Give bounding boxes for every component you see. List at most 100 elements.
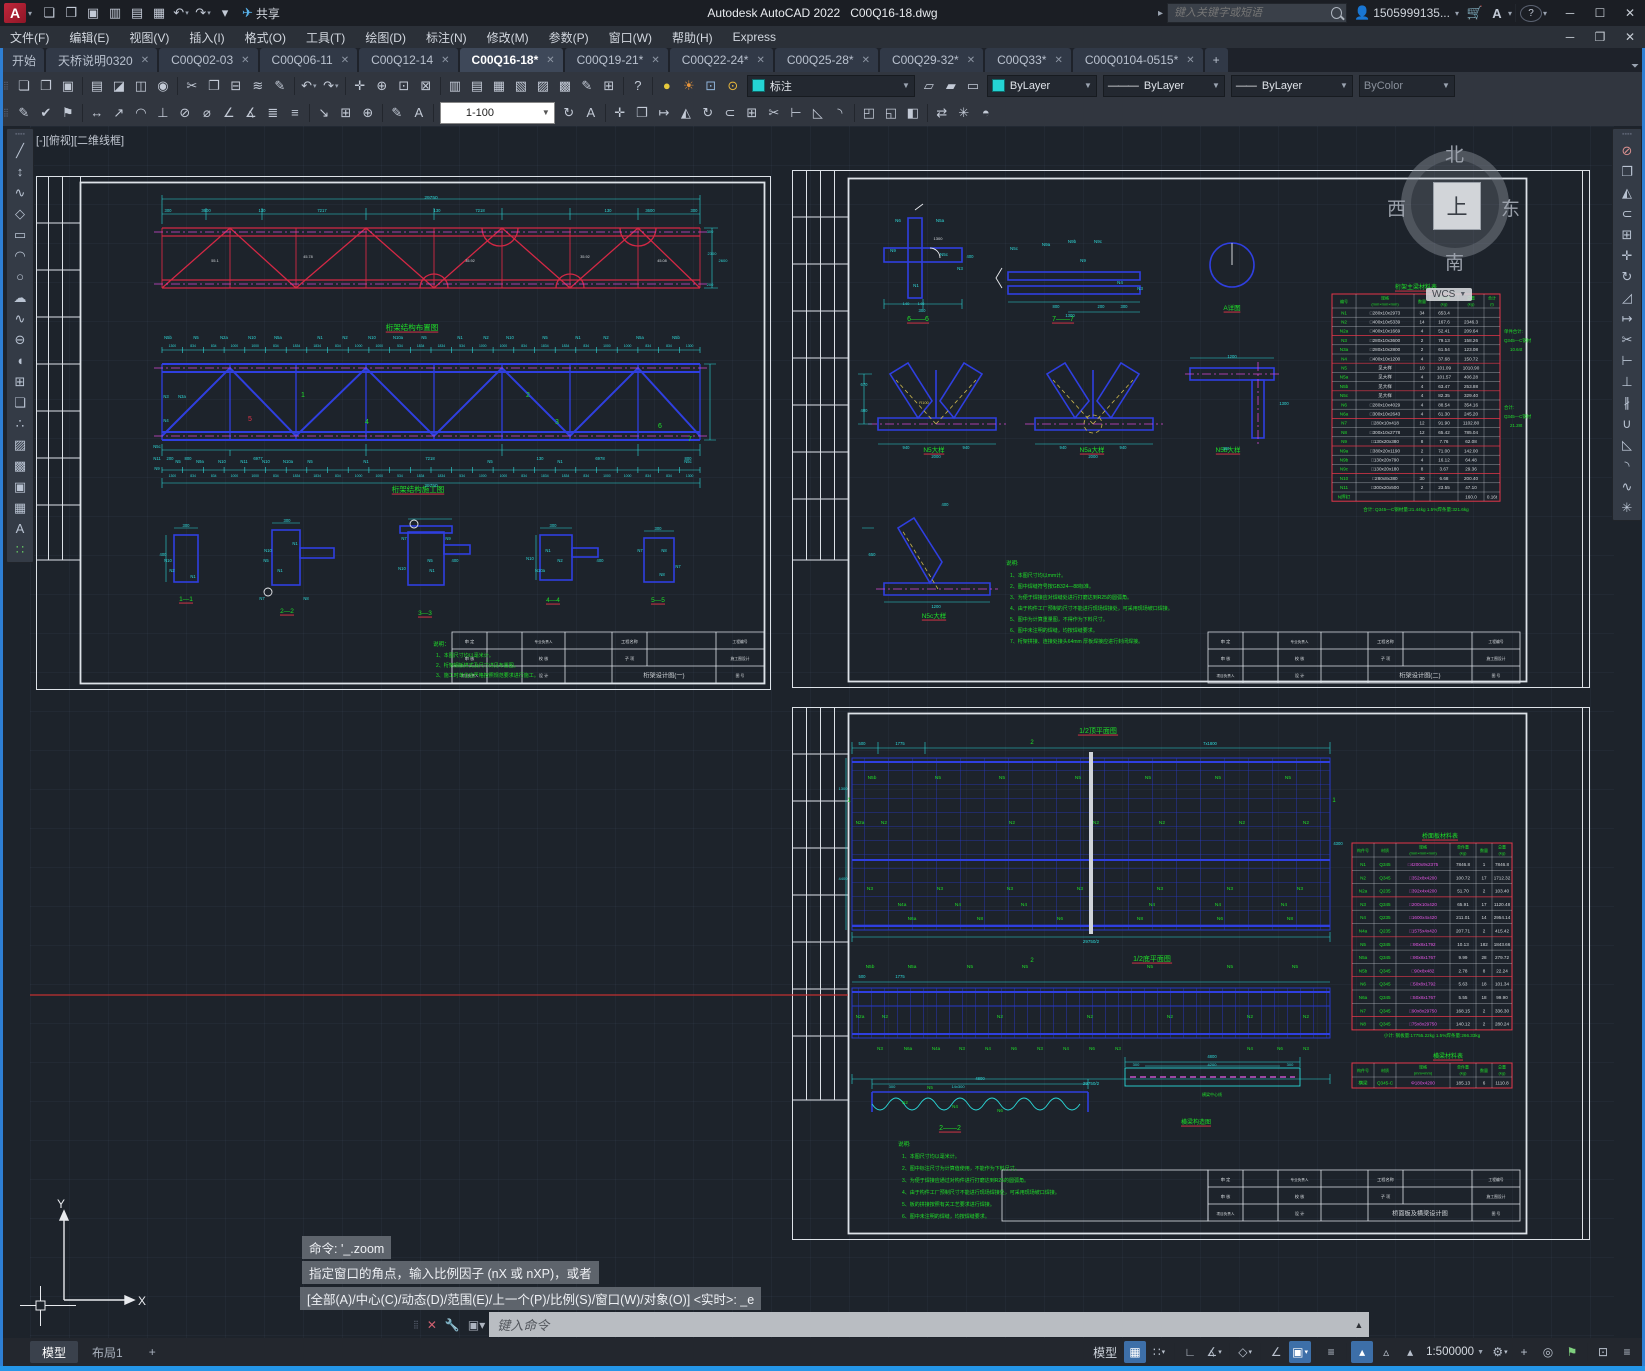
redo-icon[interactable]: ↷ ▾ — [321, 75, 341, 96]
dim-style-icon[interactable]: ✎ — [14, 102, 34, 123]
new-tab-button[interactable]: + — [1204, 48, 1228, 72]
file-tab-C00Q16-18[interactable]: C00Q16-18* ✕ — [459, 48, 563, 72]
user-menu-arrow-icon[interactable]: ▾ — [1455, 9, 1459, 18]
menu-12[interactable]: Express — [723, 26, 786, 48]
dim-ordinate-icon[interactable]: ⊥ — [153, 102, 173, 123]
array-icon[interactable]: ⊞ — [742, 102, 762, 123]
fillet-icon[interactable]: ◝ — [830, 102, 850, 123]
subtract-icon[interactable]: ◱ — [881, 102, 901, 123]
viewcube-south[interactable]: 南 — [1445, 248, 1464, 275]
construction-line-icon[interactable]: ↕ — [8, 161, 32, 182]
file-tab-C00Q0104-0515[interactable]: C00Q0104-0515* ✕ — [1072, 48, 1203, 72]
cut-icon[interactable]: ✂ — [182, 75, 202, 96]
isolate-icon[interactable]: ◎ — [1537, 1341, 1559, 1363]
command-line[interactable]: ⣿ ✕ 🔧 ▣▾ 键入命令 ▲ — [410, 1312, 1370, 1337]
save-icon[interactable]: ▣ — [58, 75, 78, 96]
gradient-icon[interactable]: ▩ — [8, 455, 32, 476]
snap-icon[interactable]: ∷ ▾ — [1148, 1341, 1170, 1363]
point-icon[interactable]: ∴ — [8, 413, 32, 434]
command-grip[interactable]: ⣿ — [413, 1320, 420, 1329]
doc-restore-button[interactable]: ❐ — [1585, 26, 1615, 48]
undo-icon[interactable]: ↶ ▾ — [171, 3, 191, 24]
menu-11[interactable]: 帮助(H) — [662, 26, 723, 48]
search-collapse-icon[interactable]: ▸ — [1158, 8, 1163, 19]
command-expand-icon[interactable]: ▲ — [1354, 1320, 1363, 1330]
file-tab-C00Q19-21[interactable]: C00Q19-21* ✕ — [564, 48, 668, 72]
dim-text-edit-icon[interactable]: A — [409, 102, 429, 123]
layer-vpfreeze-icon[interactable]: ⊡ — [701, 75, 721, 96]
plot-icon[interactable]: ▤ — [87, 75, 107, 96]
app-store-icon[interactable]: 🛒 — [1465, 3, 1485, 24]
chamfer-icon[interactable]: ◺ — [1615, 434, 1639, 455]
viewcube[interactable]: 北 西 东 南 上 — [1387, 144, 1520, 275]
break-point-icon[interactable]: ⊥ — [1615, 371, 1639, 392]
new-icon[interactable]: ❏ — [14, 75, 34, 96]
user-id[interactable]: 1505999135... — [1373, 6, 1450, 20]
doc-minimize-button[interactable]: ─ — [1555, 26, 1585, 48]
region-icon[interactable]: ▣ — [8, 476, 32, 497]
chamfer-icon[interactable]: ◺ — [808, 102, 828, 123]
offset-icon[interactable]: ⊂ — [720, 102, 740, 123]
layer-make-current-icon[interactable]: ▱ — [919, 75, 939, 96]
dim-edit-icon[interactable]: ✎ — [387, 102, 407, 123]
paste-icon[interactable]: ⊟ — [226, 75, 246, 96]
tab-close-icon[interactable]: ✕ — [441, 55, 449, 66]
sheet-set-icon[interactable]: ▩ — [555, 75, 575, 96]
dim-baseline-icon[interactable]: ≣ — [263, 102, 283, 123]
file-tab-C00Q33[interactable]: C00Q33* ✕ — [985, 48, 1071, 72]
viewcube-west[interactable]: 西 — [1387, 194, 1406, 221]
arc-icon[interactable]: ◠ — [8, 245, 32, 266]
command-input[interactable]: 键入命令 ▲ — [489, 1312, 1370, 1337]
tab-close-icon[interactable]: ✕ — [141, 55, 149, 66]
quick-calc-icon[interactable]: ⊞ — [599, 75, 619, 96]
open-icon[interactable]: ❐ — [36, 75, 56, 96]
plot-preview-icon[interactable]: ◪ — [109, 75, 129, 96]
qat-menu-icon[interactable]: ▾ — [215, 3, 235, 24]
revision-cloud-icon[interactable]: ☁ — [8, 287, 32, 308]
mirror-icon[interactable]: ◭ — [1615, 182, 1639, 203]
publish-icon[interactable]: ◫ — [131, 75, 151, 96]
close-button[interactable]: ✕ — [1615, 6, 1645, 20]
save-as-icon[interactable]: ▥ — [105, 3, 125, 24]
palette-grip[interactable]: ▪▪▪▪ — [1622, 131, 1632, 138]
status-menu-icon[interactable]: ≡ — [1616, 1341, 1638, 1363]
blend-icon[interactable]: ∿ — [1615, 476, 1639, 497]
annotation-scale-icon[interactable]: ▴ — [1399, 1341, 1421, 1363]
copy-icon[interactable]: ❐ — [1615, 161, 1639, 182]
toolbar-grip[interactable]: ⣿ — [3, 81, 10, 90]
trim-icon[interactable]: ✂ — [764, 102, 784, 123]
tab-close-icon[interactable]: ✕ — [756, 55, 764, 66]
copy-clip-icon[interactable]: ❐ — [204, 75, 224, 96]
maximize-button[interactable]: ☐ — [1585, 6, 1615, 20]
menu-5[interactable]: 工具(T) — [296, 26, 355, 48]
dim-quick-icon[interactable]: ∡ — [241, 102, 261, 123]
viewcube-north[interactable]: 北 — [1445, 140, 1464, 167]
tolerance-icon[interactable]: ⊞ — [336, 102, 356, 123]
dim-style-apply-icon[interactable]: A — [581, 102, 601, 123]
menu-2[interactable]: 视图(V) — [119, 26, 179, 48]
qopen-icon[interactable]: ❐ — [61, 3, 81, 24]
insert-block-icon[interactable]: ⊞ — [8, 371, 32, 392]
circle-icon[interactable]: ○ — [8, 266, 32, 287]
tab-close-icon[interactable]: ✕ — [241, 55, 249, 66]
share-icon[interactable]: ✈ — [242, 5, 253, 21]
annotation-visibility-icon[interactable]: ▴ — [1351, 1341, 1374, 1363]
search-box[interactable] — [1167, 3, 1348, 23]
block-editor-icon[interactable]: ✎ — [270, 75, 290, 96]
layer-unlock-icon[interactable]: ⊙ — [723, 75, 743, 96]
dim-arc-icon[interactable]: ◠ — [131, 102, 151, 123]
layer-properties-icon[interactable]: ▥ — [445, 75, 465, 96]
app-logo[interactable]: A — [4, 3, 26, 23]
wcs-dropdown[interactable]: WCS ▼ — [1426, 288, 1473, 301]
file-tab-开始[interactable]: 开始 — [0, 48, 45, 72]
extend-icon[interactable]: ⊢ — [786, 102, 806, 123]
palette-grip[interactable]: ▪▪▪▪ — [15, 131, 25, 138]
3d-move-icon[interactable]: ◓ — [976, 102, 996, 123]
extend-icon[interactable]: ⊢ — [1615, 350, 1639, 371]
rotate-icon[interactable]: ↻ — [698, 102, 718, 123]
undo-icon[interactable]: ↶ ▾ — [299, 75, 319, 96]
ortho-icon[interactable]: ∟ — [1179, 1341, 1201, 1363]
ellipse-arc-icon[interactable]: ◖ — [8, 350, 32, 371]
file-tab-C00Q22-24[interactable]: C00Q22-24* ✕ — [669, 48, 773, 72]
annotation-autoscale-icon[interactable]: ▵ — [1375, 1341, 1397, 1363]
